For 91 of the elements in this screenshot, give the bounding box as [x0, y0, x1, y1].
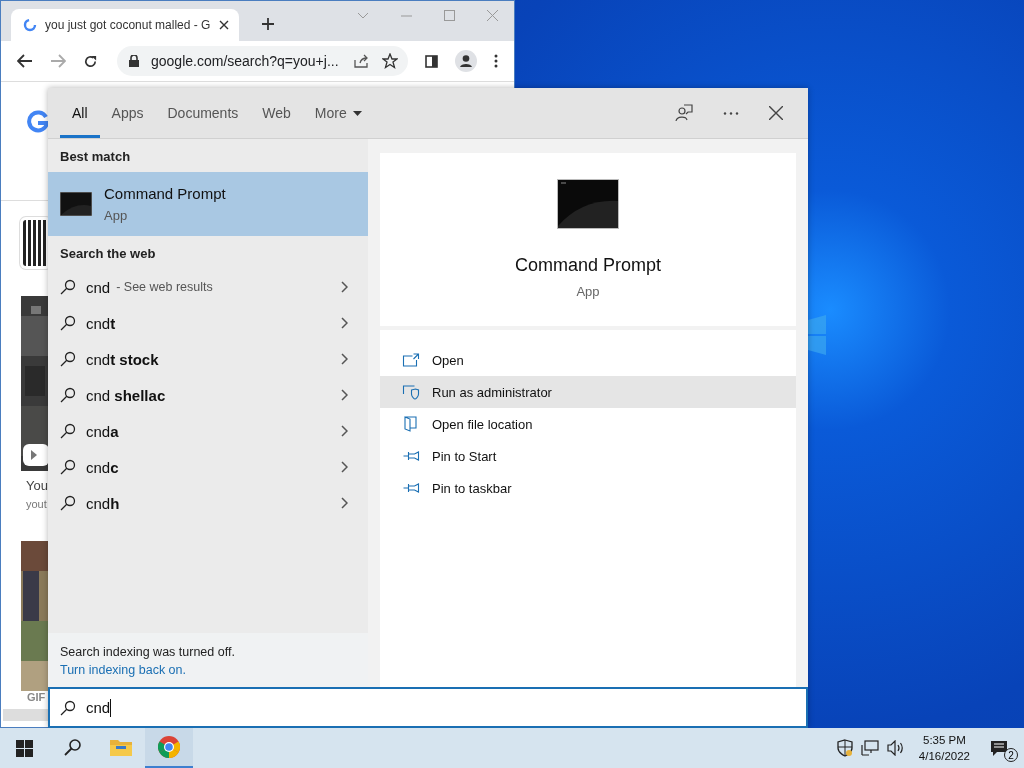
browser-tab[interactable]: you just got coconut malled - G: [11, 9, 239, 41]
close-icon[interactable]: [219, 20, 229, 30]
notification-badge: 2: [1004, 748, 1018, 762]
shield-icon: [402, 384, 420, 400]
suggestion-text: cnd shellac: [86, 386, 166, 404]
result-title: Command Prompt: [104, 185, 226, 202]
suggestion-text: cnda: [86, 422, 119, 440]
search-icon: [60, 351, 76, 367]
filter-tab[interactable]: Apps: [99, 88, 156, 138]
web-suggestion[interactable]: cndt: [48, 305, 368, 341]
chevron-right-icon: [341, 353, 348, 365]
result-source: yout: [26, 498, 47, 510]
volume-icon[interactable]: [886, 740, 905, 756]
suggestion-text: cndc: [86, 458, 119, 476]
scrollbar[interactable]: [3, 709, 49, 721]
open-icon: [402, 353, 420, 367]
search-field[interactable]: cnd: [48, 687, 808, 728]
suggestion-text: cndt: [86, 314, 116, 332]
google-logo-icon: [26, 110, 50, 134]
app-type: App: [576, 284, 600, 299]
share-icon[interactable]: [354, 54, 370, 68]
web-suggestion[interactable]: cnd - See web results: [48, 269, 368, 305]
suggestion-text: cndt stock: [86, 350, 159, 368]
search-icon: [60, 459, 76, 475]
section-heading: Best match: [59, 148, 132, 166]
web-suggestion[interactable]: cndh: [48, 485, 368, 521]
action-item[interactable]: Open file location: [380, 408, 796, 440]
web-suggestion[interactable]: cnda: [48, 413, 368, 449]
pin-icon: [402, 451, 420, 461]
chevron-right-icon: [341, 425, 348, 437]
search-icon: [60, 423, 76, 439]
url-text: google.com/search?q=you+j...: [151, 53, 340, 69]
address-bar[interactable]: google.com/search?q=you+j...: [117, 46, 408, 76]
chevron-right-icon: [341, 317, 348, 329]
filter-tab[interactable]: More: [302, 88, 374, 138]
chevron-right-icon: [341, 497, 348, 509]
windows-icon[interactable]: [16, 739, 33, 757]
tab-title: you just got coconut malled - G: [45, 18, 211, 32]
chevron-right-icon: [341, 461, 348, 473]
menu-icon[interactable]: [494, 54, 498, 68]
caret-icon: [352, 110, 362, 116]
star-icon[interactable]: [382, 53, 398, 69]
back-icon[interactable]: [17, 54, 33, 68]
network-icon[interactable]: [860, 740, 879, 756]
result-type: App: [104, 208, 129, 223]
action-item[interactable]: Pin to taskbar: [380, 472, 796, 504]
folder-icon: [402, 416, 420, 432]
pin-icon: [402, 483, 420, 493]
filter-tab[interactable]: Documents: [155, 88, 251, 138]
close-icon[interactable]: [769, 106, 783, 120]
suggestion-text: cndh: [86, 494, 120, 512]
search-icon: [60, 315, 76, 331]
filter-tab[interactable]: Web: [250, 88, 303, 138]
chevron-right-icon: [341, 281, 348, 293]
clock[interactable]: 5:35 PM 4/16/2022: [912, 732, 982, 764]
action-item[interactable]: Pin to Start: [380, 440, 796, 472]
lock-icon: [129, 55, 139, 67]
reload-icon[interactable]: [83, 53, 98, 69]
chevron-right-icon: [341, 389, 348, 401]
search-icon: [60, 279, 76, 295]
folder-icon: [110, 738, 132, 756]
profile-icon[interactable]: [455, 50, 477, 72]
gif-label: GIF: [27, 691, 46, 703]
action-item[interactable]: Run as administrator: [380, 376, 796, 408]
app-title: Command Prompt: [514, 255, 662, 276]
google-icon: [23, 18, 37, 32]
best-match-item[interactable]: Command Prompt App: [48, 172, 368, 236]
section-heading: Search the web: [59, 245, 157, 263]
suggestion-hint: - See web results: [116, 280, 213, 294]
search-icon: [60, 699, 76, 716]
message-icon: [990, 739, 1008, 757]
result-title: You: [26, 478, 48, 493]
indexing-notice: Search indexing was turned off.: [60, 645, 236, 659]
web-suggestion[interactable]: cndt stock: [48, 341, 368, 377]
side-panel-icon[interactable]: [425, 54, 438, 68]
search-icon: [60, 495, 76, 511]
terminal-icon: [60, 192, 92, 216]
search-icon: [60, 387, 76, 403]
web-suggestion[interactable]: cndc: [48, 449, 368, 485]
more-icon[interactable]: [723, 111, 739, 115]
terminal-icon: [557, 179, 619, 229]
new-tab-icon[interactable]: [261, 17, 275, 31]
shield-icon[interactable]: [836, 739, 853, 757]
action-item[interactable]: Open: [380, 344, 796, 376]
search-icon: [64, 738, 82, 756]
suggestion-text: cnd: [86, 278, 111, 296]
web-suggestion[interactable]: cnd shellac: [48, 377, 368, 413]
indexing-link[interactable]: Turn indexing back on.: [60, 663, 186, 677]
feedback-icon[interactable]: [675, 104, 693, 122]
chrome-icon: [158, 736, 180, 758]
play-icon[interactable]: [23, 444, 49, 466]
